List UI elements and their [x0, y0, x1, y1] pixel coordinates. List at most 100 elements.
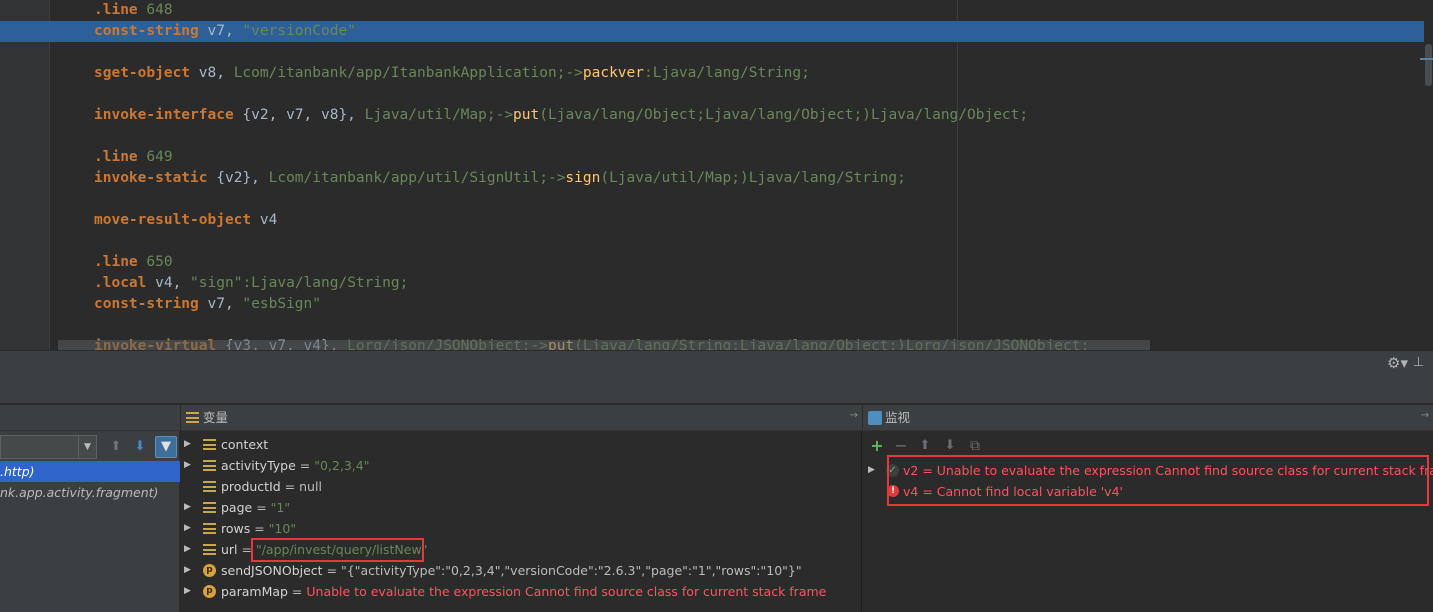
watch-expression: v4 = Cannot find local variable 'v4' — [903, 484, 1123, 499]
watch-row[interactable]: ▶ ✓ v2 = Unable to evaluate the expression… — [863, 460, 1433, 481]
code-token: invoke-static — [94, 170, 208, 186]
variable-row[interactable]: ▶ url = "/app/invest/query/listNew" — [181, 539, 862, 560]
gear-icon[interactable]: ⚙▾ — [1387, 355, 1408, 371]
expand-arrow-icon[interactable]: ▶ — [184, 518, 194, 539]
variable-row[interactable]: ▶ rows = "10" — [181, 518, 862, 539]
variable-text: url = "/app/invest/query/listNew" — [221, 539, 427, 560]
equals-sign: = — [322, 563, 342, 578]
variable-value: "10" — [268, 521, 297, 536]
code-token: Lcom/itanbank/app/util/SignUtil;-> — [268, 170, 566, 186]
variable-row[interactable]: productId = null — [181, 476, 862, 497]
move-down-icon[interactable]: ⬇ — [942, 438, 958, 454]
previous-frame-icon[interactable]: ⬆ — [107, 438, 125, 456]
parameter-icon: p — [203, 585, 216, 598]
watches-title: 监视 — [885, 410, 911, 425]
copy-icon[interactable]: ⧉ — [967, 438, 983, 454]
code-token: :Ljava/lang/String; — [242, 275, 409, 291]
code-line[interactable]: .local v4, "sign":Ljava/lang/String; — [94, 273, 408, 294]
code-token: 648 — [137, 2, 173, 18]
expand-arrow-icon[interactable]: ▶ — [184, 497, 194, 518]
variable-name: rows — [221, 521, 251, 536]
variable-name: page — [221, 500, 253, 515]
variable-text: context — [221, 434, 268, 455]
variables-header: 变量 → — [181, 405, 862, 431]
line-fade-overlay — [58, 340, 1150, 350]
variable-value: "/app/invest/query/listNew" — [255, 542, 428, 557]
variable-value: "1" — [270, 500, 291, 515]
variable-row[interactable]: ▶ p paramMap = Unable to evaluate the expr… — [181, 581, 862, 602]
expand-arrow-icon[interactable]: ▶ — [184, 560, 194, 581]
code-token: (Ljava/lang/Object;Ljava/lang/Object;)Lj… — [539, 107, 1029, 123]
debug-toolbar — [0, 376, 1433, 404]
code-token: put — [513, 107, 540, 123]
field-icon — [203, 439, 216, 450]
field-icon — [203, 523, 216, 534]
equals-sign: = — [287, 584, 307, 599]
add-watch-icon[interactable]: + — [869, 438, 885, 454]
code-token: 649 — [137, 149, 173, 165]
frame-item[interactable]: .http) — [0, 461, 180, 482]
code-token: 650 — [137, 254, 173, 270]
code-line[interactable]: move-result-object v4 — [94, 210, 277, 231]
variable-text: paramMap = Unable to evaluate the expres… — [221, 581, 826, 602]
thread-selector[interactable]: ▼ — [0, 435, 97, 459]
variable-name: context — [221, 437, 269, 452]
editor-gutter[interactable] — [0, 0, 50, 350]
code-token: :Ljava/lang/String; — [644, 65, 810, 81]
code-token: const-string — [94, 296, 199, 312]
equals-sign: = — [250, 521, 269, 536]
variable-name: activityType — [221, 458, 296, 473]
expand-arrow-icon[interactable]: ▶ — [184, 581, 194, 602]
expand-arrow-icon[interactable]: ▶ — [184, 539, 194, 560]
variable-value: null — [299, 479, 322, 494]
code-token: .line — [94, 254, 138, 270]
editor-scroll-thumb[interactable] — [1425, 44, 1432, 86]
code-token: Lcom/itanbank/app/ItanbankApplication;-> — [233, 65, 583, 81]
chevron-down-icon[interactable]: ▼ — [78, 436, 96, 458]
field-icon — [203, 544, 216, 555]
variable-text: page = "1" — [221, 497, 290, 518]
scroll-position-marker — [1420, 58, 1433, 60]
code-line[interactable]: .line 649 — [94, 147, 173, 168]
code-token: const-string — [94, 23, 199, 39]
code-token: sign — [565, 170, 601, 186]
code-token: v8, — [190, 65, 234, 81]
code-editor[interactable]: .line 648 const-string v7, "versionCode" s… — [0, 0, 1433, 350]
code-token: v4, — [146, 275, 191, 291]
code-token: move-result-object — [94, 212, 252, 228]
code-token: "esbSign" — [242, 296, 321, 312]
watches-pane: 监视 → + − ⬆ ⬇ ⧉ ▶ ✓ v2 = Unable to evaluate… — [863, 405, 1433, 612]
variable-name: productId — [221, 479, 281, 494]
equals-sign: = — [237, 542, 256, 557]
code-line[interactable]: .line 648 — [94, 0, 173, 21]
variable-row[interactable]: ▶ context — [181, 434, 862, 455]
variable-row[interactable]: ▶ p sendJSONObject = "{"activityType":"0,2… — [181, 560, 862, 581]
debug-panel-titlebar — [0, 350, 1433, 376]
current-execution-line[interactable]: const-string v7, "versionCode" — [0, 21, 1424, 42]
code-line[interactable]: const-string v7, "esbSign" — [94, 294, 321, 315]
watch-row[interactable]: ! v4 = Cannot find local variable 'v4' — [863, 481, 1433, 502]
frame-item[interactable]: nk.app.activity.fragment) — [0, 482, 180, 503]
remove-watch-icon[interactable]: − — [893, 438, 909, 454]
variable-text: activityType = "0,2,3,4" — [221, 455, 369, 476]
parameter-icon: p — [203, 564, 216, 577]
next-frame-icon[interactable]: ⬇ — [131, 438, 149, 456]
code-token: .local — [94, 275, 147, 291]
expand-arrow-icon[interactable]: ▶ — [868, 460, 878, 481]
code-line[interactable]: invoke-static {v2}, Lcom/itanbank/app/ut… — [94, 168, 906, 189]
hide-panel-icon[interactable]: ⊥ — [1413, 355, 1427, 371]
variable-name: sendJSONObject — [221, 563, 323, 578]
move-up-icon[interactable]: ⬆ — [917, 438, 933, 454]
pin-icon[interactable]: → — [850, 410, 858, 421]
variable-row[interactable]: ▶ activityType = "0,2,3,4" — [181, 455, 862, 476]
code-line[interactable]: sget-object v8, Lcom/itanbank/app/Itanba… — [94, 63, 810, 84]
variable-row[interactable]: ▶ page = "1" — [181, 497, 862, 518]
filter-icon[interactable]: ▼ — [155, 436, 177, 458]
error-icon: ! — [887, 485, 899, 497]
code-line[interactable]: .line 650 — [94, 252, 173, 273]
expand-arrow-icon[interactable]: ▶ — [184, 455, 194, 476]
pin-icon[interactable]: → — [1421, 410, 1429, 421]
code-line[interactable]: invoke-interface {v2, v7, v8}, Ljava/uti… — [94, 105, 1028, 126]
expand-arrow-icon[interactable]: ▶ — [184, 434, 194, 455]
variable-text: productId = null — [221, 476, 322, 497]
